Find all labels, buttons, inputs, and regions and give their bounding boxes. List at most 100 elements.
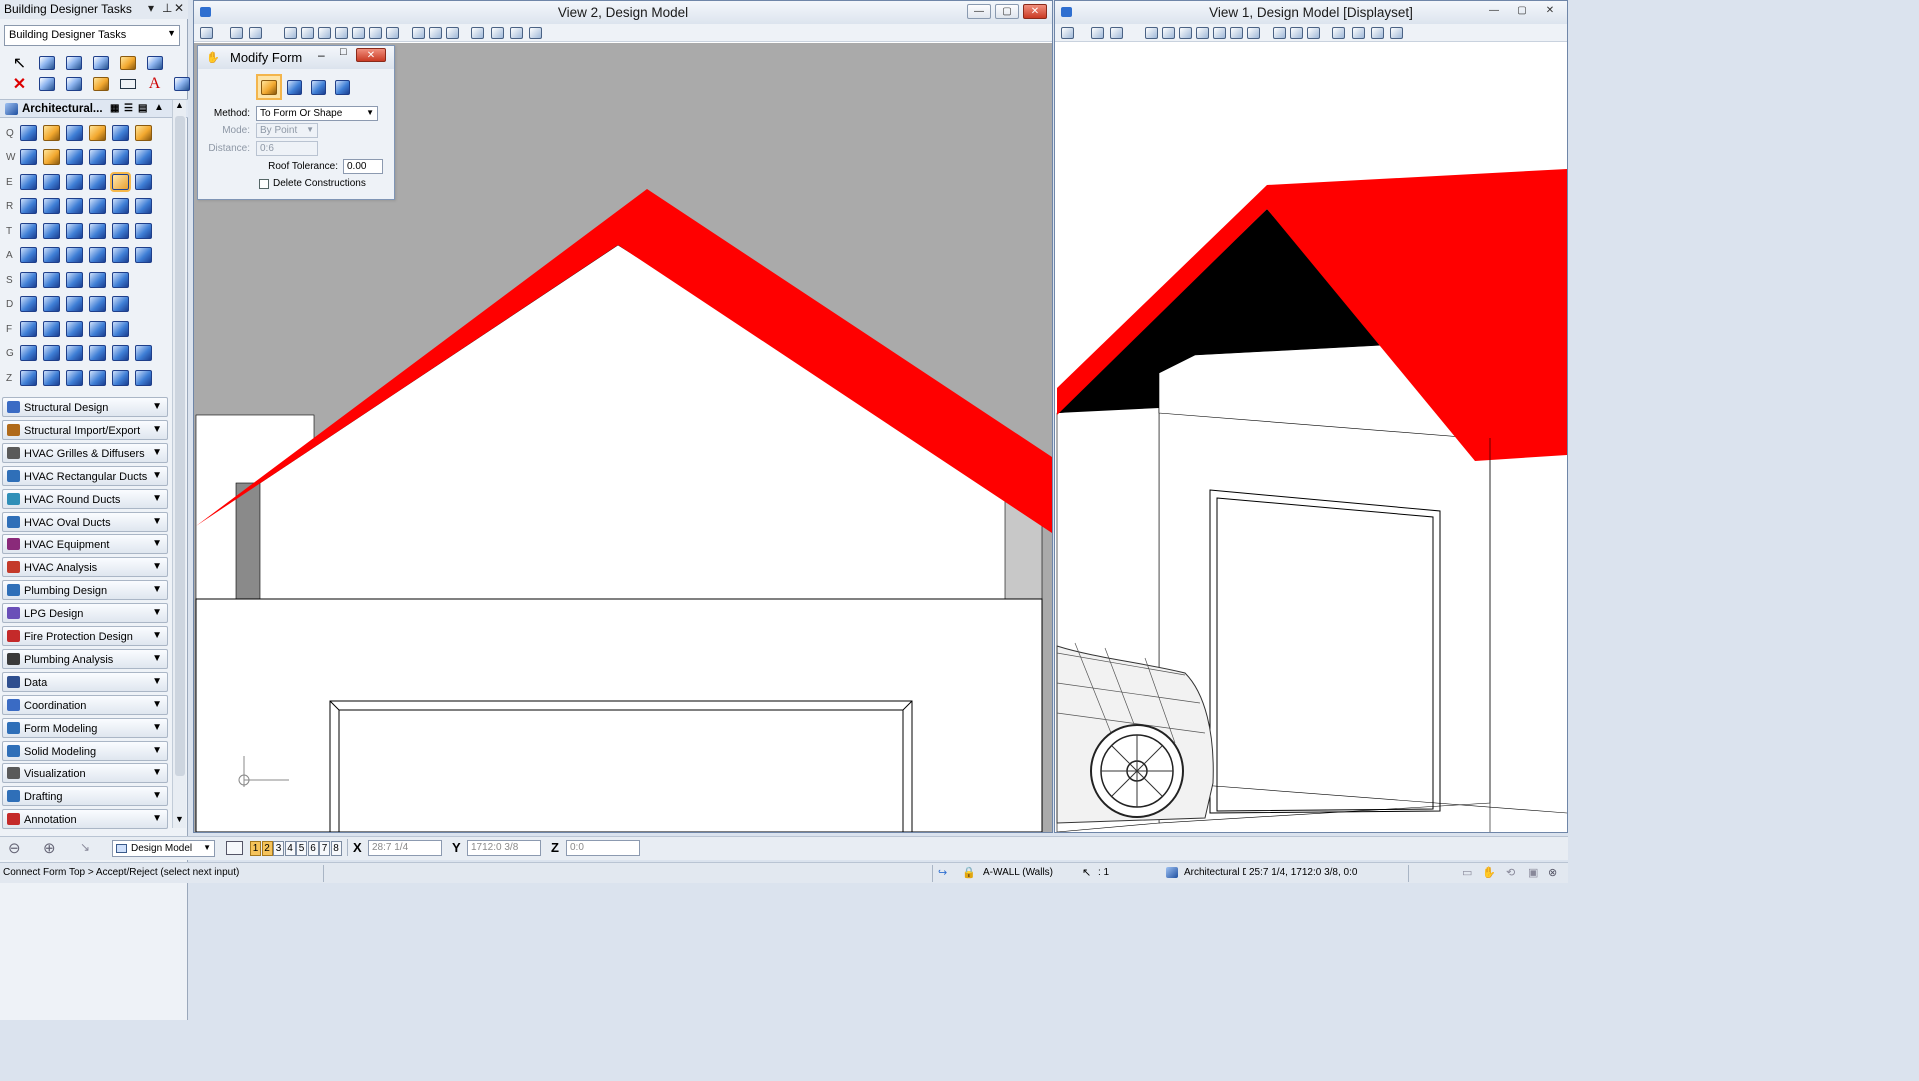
place-point-icon[interactable] — [87, 71, 114, 97]
view-toggle-button[interactable]: 2 — [261, 841, 273, 856]
column-tool-icon[interactable] — [17, 317, 40, 341]
update-view-icon[interactable] — [284, 27, 297, 39]
door-tool-icon[interactable] — [17, 145, 40, 169]
view-toggle-button[interactable]: 8 — [330, 841, 342, 856]
dropdown-arrow-icon[interactable]: ▾ — [148, 1, 154, 15]
view-toggle-button[interactable]: 7 — [319, 841, 330, 856]
back-icon[interactable]: ⊖ — [8, 839, 21, 857]
scrollbar-thumb[interactable] — [175, 116, 185, 776]
roof-tool-icon[interactable] — [63, 243, 86, 267]
stair-tool-icon[interactable] — [40, 219, 63, 243]
copy-view-icon[interactable] — [1332, 27, 1345, 39]
method-select[interactable]: To Form Or Shape ▼ — [256, 106, 378, 121]
hand-icon[interactable]: ✋ — [1482, 866, 1496, 879]
wall-tool-icon[interactable] — [86, 121, 109, 145]
wall-tool-icon[interactable] — [40, 121, 63, 145]
collapse-icon[interactable]: ▲ — [154, 102, 164, 113]
space-tool-icon[interactable] — [86, 366, 109, 390]
view-toggle-button[interactable]: 6 — [307, 841, 319, 856]
window-area-icon[interactable] — [335, 27, 348, 39]
beam-tool-icon[interactable] — [132, 341, 155, 365]
active-family[interactable]: Architectural De — [1184, 867, 1246, 878]
roof-tool-icon[interactable] — [40, 243, 63, 267]
task-group[interactable]: Annotation ▼ — [2, 809, 168, 830]
slab-tool-icon[interactable] — [132, 194, 155, 218]
mode-select[interactable]: By Point ▼ — [256, 123, 318, 138]
forward-icon[interactable]: ⊕ — [43, 839, 56, 857]
task-group[interactable]: Structural Design ▼ — [2, 397, 168, 417]
view-toggle-button[interactable]: 3 — [273, 841, 284, 856]
minimize-button[interactable]: — — [1482, 4, 1506, 19]
copy-view-icon[interactable] — [471, 27, 484, 39]
roof-tool-icon[interactable] — [132, 243, 155, 267]
display-style-icon[interactable] — [230, 27, 243, 39]
copy-icon[interactable] — [60, 71, 87, 97]
close-button[interactable]: ✕ — [1023, 4, 1047, 19]
extend-form-icon[interactable] — [283, 76, 305, 98]
task-group[interactable]: Drafting ▼ — [2, 786, 168, 807]
modify-form-titlebar[interactable]: ✋ Modify Form – □ ✕ — [198, 46, 394, 69]
architectural-section-header[interactable]: Architectural... ▦ ☰ ▤ ▲ — [0, 99, 188, 118]
task-group[interactable]: Data ▼ — [2, 671, 168, 692]
sync-icon[interactable]: ⊗ — [1548, 866, 1557, 879]
rotate-view-icon[interactable] — [1230, 27, 1243, 39]
stair-tool-icon[interactable] — [109, 219, 132, 243]
column-tool-icon[interactable] — [40, 317, 63, 341]
stair-tool-icon[interactable] — [63, 219, 86, 243]
maximize-button[interactable]: ▢ — [995, 4, 1019, 19]
beam-tool-icon[interactable] — [17, 341, 40, 365]
view-next-icon[interactable] — [446, 27, 459, 39]
task-group[interactable]: Visualization ▼ — [2, 763, 168, 784]
zoom-out-icon[interactable] — [318, 27, 331, 39]
view-previous-icon[interactable] — [1290, 27, 1303, 39]
window-area-icon[interactable] — [1196, 27, 1209, 39]
view-previous-icon[interactable] — [429, 27, 442, 39]
task-group[interactable]: HVAC Oval Ducts ▼ — [2, 511, 168, 532]
view-toggle-button[interactable]: 1 — [250, 841, 261, 856]
minimize-icon[interactable]: – — [318, 48, 325, 62]
window-tool-icon[interactable] — [86, 170, 109, 194]
grid-tool-icon[interactable] — [63, 268, 86, 292]
column-tool-icon[interactable] — [63, 317, 86, 341]
roof-tool-icon[interactable] — [86, 243, 109, 267]
window-tool-icon[interactable] — [63, 170, 86, 194]
light-icon[interactable] — [1110, 27, 1123, 39]
active-level[interactable]: A-WALL (Walls) — [983, 867, 1053, 878]
task-group[interactable]: Plumbing Analysis ▼ — [2, 648, 168, 669]
detail-view-icon[interactable]: ▤ — [138, 103, 147, 114]
zoom-in-icon[interactable] — [1162, 27, 1175, 39]
fit-view-icon[interactable] — [1213, 27, 1226, 39]
window-tool-icon[interactable] — [40, 170, 63, 194]
display-style-icon[interactable] — [1091, 27, 1104, 39]
grid-tool-icon[interactable] — [17, 268, 40, 292]
update-view-icon[interactable] — [1145, 27, 1158, 39]
view-toggle-button[interactable]: 4 — [284, 841, 296, 856]
space-tool-icon[interactable] — [40, 366, 63, 390]
door-tool-icon[interactable] — [132, 145, 155, 169]
beam-tool-icon[interactable] — [109, 341, 132, 365]
render-icon[interactable] — [1390, 27, 1403, 39]
views-icon[interactable] — [226, 841, 243, 855]
rotate-view-icon[interactable] — [369, 27, 382, 39]
window-tool-icon[interactable] — [109, 170, 132, 194]
task-group[interactable]: HVAC Round Ducts ▼ — [2, 488, 168, 509]
clip-volume-icon[interactable] — [1352, 27, 1365, 39]
slab-tool-icon[interactable] — [86, 194, 109, 218]
beam-tool-icon[interactable] — [86, 341, 109, 365]
move-face-icon[interactable] — [307, 76, 329, 98]
slab-tool-icon[interactable] — [63, 194, 86, 218]
dimension-icon[interactable] — [33, 71, 60, 97]
list-view-icon[interactable]: ☰ — [124, 103, 133, 114]
roof-tool-icon[interactable] — [17, 243, 40, 267]
task-group[interactable]: HVAC Analysis ▼ — [2, 557, 168, 578]
close-button[interactable]: ✕ — [1538, 4, 1562, 19]
task-group[interactable]: HVAC Grilles & Diffusers ▼ — [2, 442, 168, 463]
door-tool-icon[interactable] — [40, 145, 63, 169]
z-coordinate-field[interactable]: 0:0 — [566, 840, 640, 856]
pointer-icon[interactable]: ↘ — [80, 840, 90, 854]
slab-tool-icon[interactable] — [40, 194, 63, 218]
wall-tool-icon[interactable] — [132, 121, 155, 145]
grid-tool-icon[interactable] — [109, 268, 132, 292]
stair-tool-icon[interactable] — [17, 219, 40, 243]
task-group[interactable]: Structural Import/Export ▼ — [2, 419, 168, 440]
